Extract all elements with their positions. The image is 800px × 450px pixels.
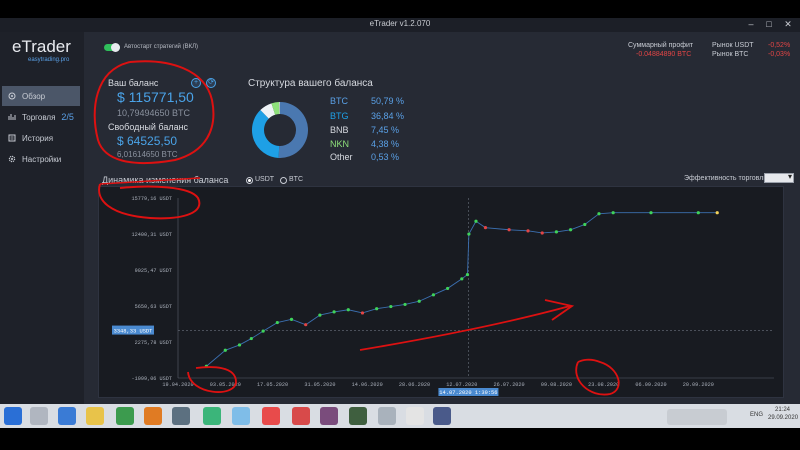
chrome-icon[interactable] (116, 407, 134, 425)
red-annotation-overlay (93, 60, 620, 396)
yandex-icon[interactable] (406, 407, 424, 425)
tray-date: 29.09.2020 (768, 415, 799, 421)
app-icon-2[interactable] (203, 407, 221, 425)
app-icon-6[interactable] (349, 407, 367, 425)
app-icon-7[interactable] (378, 407, 396, 425)
telegram-icon[interactable] (232, 407, 250, 425)
etrader-taskbar-icon[interactable] (433, 407, 451, 425)
search-icon[interactable] (30, 407, 48, 425)
letterbox-bottom (0, 428, 800, 450)
app-icon-5[interactable] (320, 407, 338, 425)
app-icon-1[interactable] (172, 407, 190, 425)
tray-time: 21:24 (775, 407, 791, 413)
start-icon[interactable] (4, 407, 22, 425)
app-icon-3[interactable] (262, 407, 280, 425)
explorer-icon[interactable] (86, 407, 104, 425)
app-icon-4[interactable] (292, 407, 310, 425)
tray-lang[interactable]: ENG (750, 412, 763, 418)
tray-icons[interactable] (667, 409, 727, 425)
firefox-icon[interactable] (144, 407, 162, 425)
powershell-icon[interactable] (58, 407, 76, 425)
